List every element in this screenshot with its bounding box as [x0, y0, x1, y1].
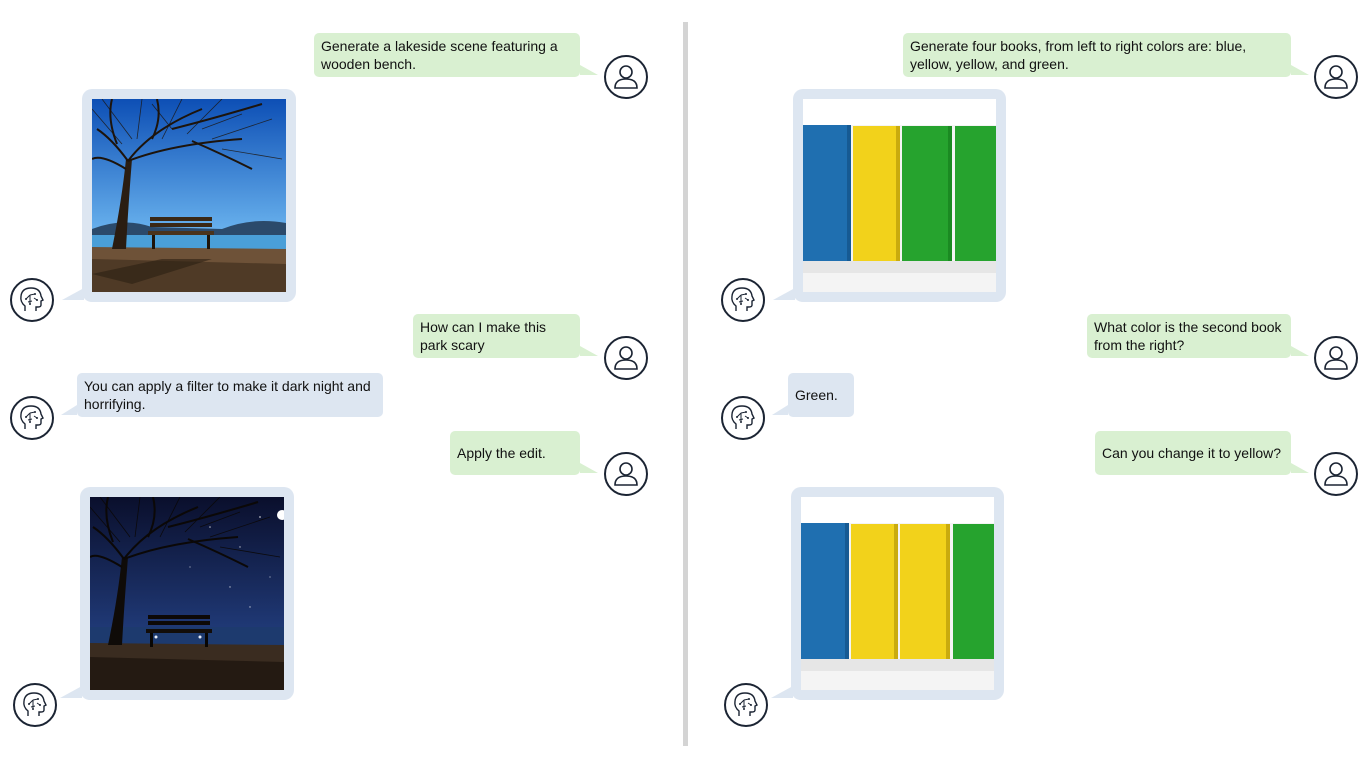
brain-head-icon	[10, 278, 54, 322]
generated-image-frame	[771, 487, 1004, 700]
brain-head-icon	[724, 683, 768, 727]
user-avatar-icon	[604, 55, 648, 99]
lakeside-bench-day-image	[92, 99, 286, 292]
user-avatar-icon	[1314, 452, 1358, 496]
user-message: Generate four books, from left to right …	[903, 33, 1309, 77]
user-avatar-icon	[1314, 336, 1358, 380]
user-avatar-icon	[604, 336, 648, 380]
user-avatar-icon	[604, 452, 648, 496]
generated-image-frame	[60, 487, 294, 700]
panel-divider	[683, 22, 688, 746]
user-message: How can I make this park scary	[413, 314, 598, 358]
brain-head-icon	[10, 396, 54, 440]
assistant-message: Green.	[772, 373, 854, 417]
user-message: Can you change it to yellow?	[1095, 431, 1309, 475]
user-message: Apply the edit.	[450, 431, 598, 475]
generated-image-frame	[62, 89, 296, 302]
four-books-image	[803, 99, 996, 292]
user-message: Generate a lakeside scene featuring a wo…	[314, 33, 598, 77]
assistant-message: You can apply a filter to make it dark n…	[61, 373, 383, 417]
user-message: What color is the second book from the r…	[1087, 314, 1309, 358]
lakeside-bench-night-image	[90, 497, 284, 690]
brain-head-icon	[721, 278, 765, 322]
brain-head-icon	[13, 683, 57, 727]
four-books-edited-image	[801, 497, 994, 690]
generated-image-frame	[773, 89, 1006, 302]
brain-head-icon	[721, 396, 765, 440]
user-avatar-icon	[1314, 55, 1358, 99]
